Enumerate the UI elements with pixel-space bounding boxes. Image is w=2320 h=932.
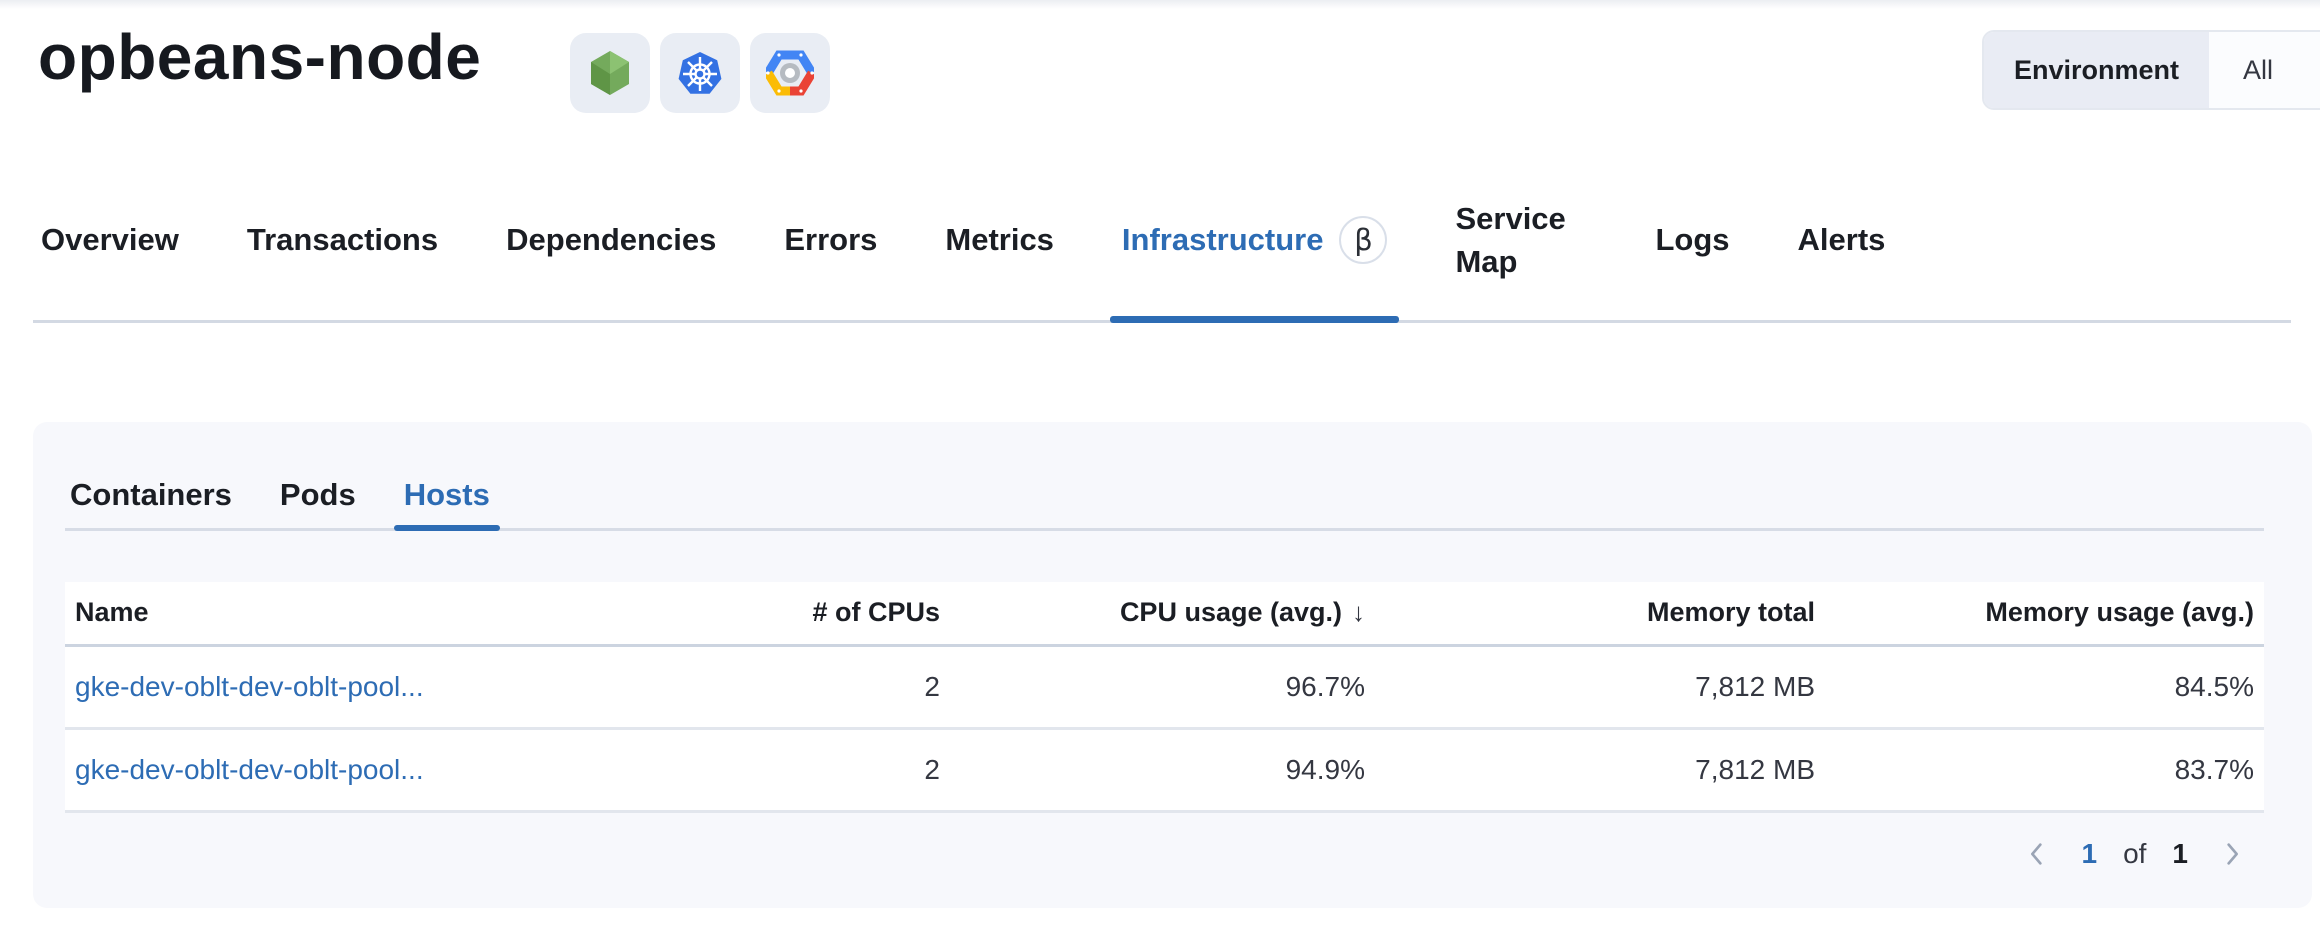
- subtab-hosts[interactable]: Hosts: [404, 462, 490, 528]
- next-page-button[interactable]: [2214, 836, 2250, 872]
- apm-service-page: opbeans-node: [0, 0, 2320, 932]
- tab-dependencies[interactable]: Dependencies: [506, 160, 716, 320]
- top-shadow: [0, 0, 2320, 9]
- tab-alerts[interactable]: Alerts: [1798, 160, 1886, 320]
- memory-total-cell: 7,812 MB: [1375, 645, 1825, 728]
- memory-total-cell: 7,812 MB: [1375, 728, 1825, 811]
- cpus-cell: 2: [625, 645, 950, 728]
- host-link[interactable]: gke-dev-oblt-dev-oblt-pool...: [75, 671, 424, 702]
- subtab-pods[interactable]: Pods: [280, 462, 356, 528]
- memory-usage-cell: 84.5%: [1825, 645, 2264, 728]
- host-name-cell: gke-dev-oblt-dev-oblt-pool...: [65, 645, 625, 728]
- current-page-number[interactable]: 1: [2081, 838, 2097, 870]
- subtab-containers[interactable]: Containers: [70, 462, 232, 528]
- cpu-usage-cell: 96.7%: [950, 645, 1375, 728]
- cpus-cell: 2: [625, 728, 950, 811]
- tab-overview[interactable]: Overview: [41, 160, 179, 320]
- tab-infrastructure[interactable]: Infrastructure β: [1122, 160, 1388, 320]
- tab-metrics[interactable]: Metrics: [945, 160, 1054, 320]
- infrastructure-panel: Containers Pods Hosts Name # of C: [33, 422, 2312, 908]
- service-icon-badges: [570, 33, 830, 113]
- environment-filter-value: All: [2209, 32, 2307, 108]
- column-header-cpu-usage[interactable]: CPU usage (avg.)↓: [950, 582, 1375, 645]
- pagination: 1 of 1: [2019, 832, 2250, 876]
- chevron-left-icon: [2021, 838, 2053, 870]
- cpu-usage-cell: 94.9%: [950, 728, 1375, 811]
- column-header-name[interactable]: Name: [65, 582, 625, 645]
- total-pages: 1: [2172, 838, 2188, 870]
- environment-filter-label: Environment: [1984, 32, 2209, 108]
- tab-logs[interactable]: Logs: [1655, 160, 1729, 320]
- memory-usage-cell: 83.7%: [1825, 728, 2264, 811]
- sort-desc-icon: ↓: [1352, 597, 1365, 627]
- pagination-separator: of: [2123, 838, 2146, 870]
- gcp-icon: [750, 33, 830, 113]
- column-header-memory-total[interactable]: Memory total: [1375, 582, 1825, 645]
- nodejs-icon: [570, 33, 650, 113]
- kubernetes-icon: [660, 33, 740, 113]
- beta-badge: β: [1339, 216, 1387, 264]
- host-link[interactable]: gke-dev-oblt-dev-oblt-pool...: [75, 754, 424, 785]
- column-header-cpus[interactable]: # of CPUs: [625, 582, 950, 645]
- page-title: opbeans-node: [38, 10, 481, 104]
- table-row: gke-dev-oblt-dev-oblt-pool... 2 94.9% 7,…: [65, 728, 2264, 811]
- table-row: gke-dev-oblt-dev-oblt-pool... 2 96.7% 7,…: [65, 645, 2264, 728]
- hosts-table: Name # of CPUs CPU usage (avg.)↓ Memory …: [65, 582, 2264, 813]
- host-name-cell: gke-dev-oblt-dev-oblt-pool...: [65, 728, 625, 811]
- tab-service-map[interactable]: Service Map: [1455, 160, 1587, 320]
- service-tabs: Overview Transactions Dependencies Error…: [33, 160, 2291, 323]
- environment-filter[interactable]: Environment All: [1982, 30, 2320, 110]
- hosts-table-header-row: Name # of CPUs CPU usage (avg.)↓ Memory …: [65, 582, 2264, 645]
- column-header-memory-usage[interactable]: Memory usage (avg.): [1825, 582, 2264, 645]
- chevron-right-icon: [2216, 838, 2248, 870]
- previous-page-button[interactable]: [2019, 836, 2055, 872]
- infrastructure-subtabs: Containers Pods Hosts: [65, 462, 2264, 531]
- tab-errors[interactable]: Errors: [784, 160, 877, 320]
- tab-transactions[interactable]: Transactions: [247, 160, 438, 320]
